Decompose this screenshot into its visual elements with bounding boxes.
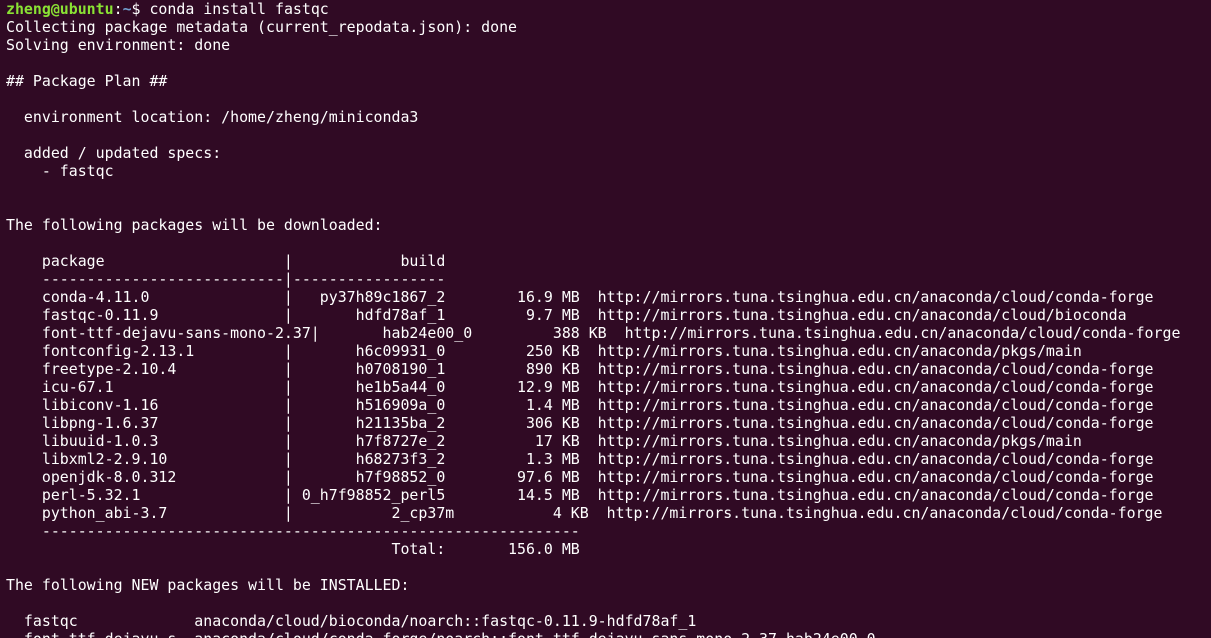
output-line: Solving environment: done xyxy=(6,36,231,54)
prompt-path: ~ xyxy=(122,0,132,18)
output-line: The following NEW packages will be INSTA… xyxy=(6,576,410,594)
prompt-separator: : xyxy=(113,0,123,18)
output-line: Collecting package metadata (current_rep… xyxy=(6,18,518,36)
output-line: python_abi-3.7 | 2_cp37m 4 KB http://mir… xyxy=(6,504,1163,522)
output-line: fastqc-0.11.9 | hdfd78af_1 9.7 MB http:/… xyxy=(6,306,1127,324)
output-line: font-ttf-dejavu-sans-mono-2.37| hab24e00… xyxy=(6,324,1181,342)
prompt-line: zheng@ubuntu:~$ conda install fastqc xyxy=(6,0,1211,18)
output-line: perl-5.32.1 | 0_h7f98852_perl5 14.5 MB h… xyxy=(6,486,1154,504)
output-line: conda-4.11.0 | py37h89c1867_2 16.9 MB ht… xyxy=(6,288,1154,306)
terminal-window[interactable]: zheng@ubuntu:~$ conda install fastqc Col… xyxy=(0,0,1211,638)
terminal-output: Collecting package metadata (current_rep… xyxy=(6,18,1211,638)
output-line: libxml2-2.9.10 | h68273f3_2 1.3 MB http:… xyxy=(6,450,1154,468)
output-line: ---------------------------|------------… xyxy=(6,270,446,288)
output-line: The following packages will be downloade… xyxy=(6,216,383,234)
output-line: package | build xyxy=(6,252,446,270)
prompt-user-host: zheng@ubuntu xyxy=(6,0,114,18)
output-line: libpng-1.6.37 | h21135ba_2 306 KB http:/… xyxy=(6,414,1154,432)
prompt-symbol: $ xyxy=(131,0,150,18)
output-line: added / updated specs: xyxy=(6,144,222,162)
output-line: fastqc anaconda/cloud/bioconda/noarch::f… xyxy=(6,612,697,630)
output-line: ----------------------------------------… xyxy=(6,522,580,540)
output-line: freetype-2.10.4 | h0708190_1 890 KB http… xyxy=(6,360,1154,378)
output-line: openjdk-8.0.312 | h7f98852_0 97.6 MB htt… xyxy=(6,468,1154,486)
command-text: conda install fastqc xyxy=(149,0,329,18)
output-line: Total: 156.0 MB xyxy=(6,540,580,558)
output-line: - fastqc xyxy=(6,162,114,180)
output-line: font-ttf-dejavu-s~ anaconda/cloud/conda-… xyxy=(6,630,1211,638)
output-line: environment location: /home/zheng/minico… xyxy=(6,108,419,126)
output-line: libiconv-1.16 | h516909a_0 1.4 MB http:/… xyxy=(6,396,1154,414)
output-line: libuuid-1.0.3 | h7f8727e_2 17 KB http://… xyxy=(6,432,1082,450)
output-line: icu-67.1 | he1b5a44_0 12.9 MB http://mir… xyxy=(6,378,1154,396)
output-line: ## Package Plan ## xyxy=(6,72,168,90)
output-line: fontconfig-2.13.1 | h6c09931_0 250 KB ht… xyxy=(6,342,1082,360)
